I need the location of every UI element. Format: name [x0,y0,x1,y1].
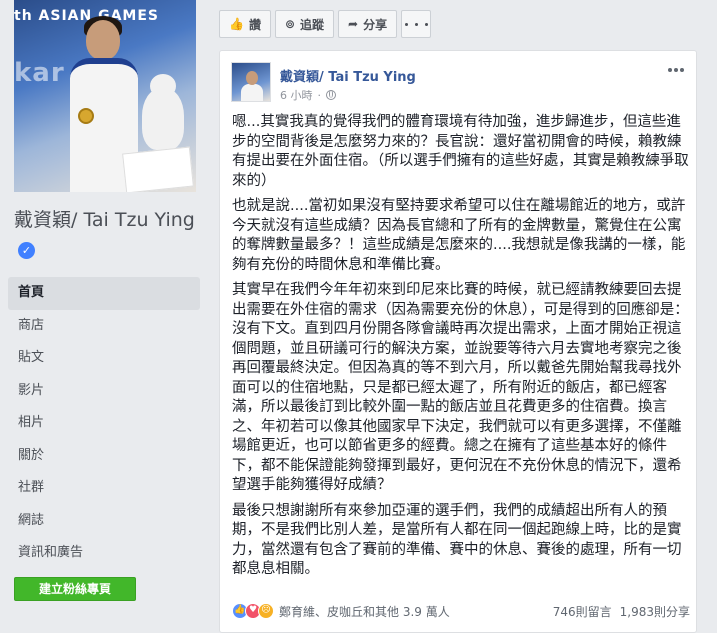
post-paragraph: 其實早在我們今年年初來到印尼來比賽的時候，就已經請教練要回去提出需要在外住宿的需… [232,282,689,493]
create-page-button[interactable]: 建立粉絲專頁 [14,577,136,601]
post-card: 戴資穎/ Tai Tzu Ying 6 小時 · 嗯...其實我真的覺得我們的體… [219,50,697,633]
verified-badge-icon: ✓ [18,242,35,259]
page-title[interactable]: 戴資穎/ Tai Tzu Ying ✓ [14,206,196,264]
shares-count[interactable]: 1,983則分享 [620,603,690,620]
nav-item-community[interactable]: 社群 [8,472,200,505]
nav-item-info-ads[interactable]: 資訊和廣告 [8,537,200,570]
page-action-bar: 👍 讚 ⊚ 追蹤 ➦ 分享 [219,10,432,38]
like-page-label: 讚 [248,17,261,32]
follow-button[interactable]: ⊚ 追蹤 [274,10,335,38]
post-paragraph: 也就是說....當初如果沒有堅持要求希望可以住在離場館近的地方，或許今天就沒有這… [232,198,686,273]
page-name-text[interactable]: 戴資穎/ Tai Tzu Ying [14,209,195,231]
nav-item-photos[interactable]: 相片 [8,407,200,440]
share-label: 分享 [363,17,388,32]
reactions-summary[interactable]: 👍 ♥ ☹ 鄭育維、皮咖丘和其他 3.9 萬人 [232,603,450,620]
nav-item-home[interactable]: 首頁 [8,277,200,310]
share-button[interactable]: ➦ 分享 [338,10,398,38]
post-footer: 👍 ♥ ☹ 鄭育維、皮咖丘和其他 3.9 萬人 746則留言 1,983則分享 [232,601,690,621]
thumbs-up-icon: 👍 [229,17,244,31]
post-meta: 6 小時 · [280,87,336,103]
meta-separator: · [317,88,322,102]
comments-count[interactable]: 746則留言 [553,603,612,620]
rss-icon: ⊚ [284,17,296,31]
reactions-text[interactable]: 鄭育維、皮咖丘和其他 3.9 萬人 [279,603,450,620]
post-timestamp[interactable]: 6 小時 [280,87,313,103]
post-options-button[interactable] [668,68,684,72]
post-paragraph: 嗯...其實我真的覺得我們的體育環境有待加強，進步歸進步，但這些進步的空間背後是… [232,114,689,189]
mascot-bear [142,74,184,150]
nav-item-posts[interactable]: 貼文 [8,342,200,375]
nav-item-about[interactable]: 關於 [8,440,200,473]
page-nav: 首頁 商店 貼文 影片 相片 關於 社群 網誌 資訊和廣告 [8,277,200,570]
nav-item-notes[interactable]: 網誌 [8,505,200,538]
post-author-name[interactable]: 戴資穎/ Tai Tzu Ying [280,66,416,85]
post-author-avatar[interactable] [231,62,271,102]
post-text: 嗯...其實我真的覺得我們的體育環境有待加強，進步歸進步，但這些進步的空間背後是… [232,113,690,586]
nav-item-shop[interactable]: 商店 [8,310,200,343]
nav-item-videos[interactable]: 影片 [8,375,200,408]
post-paragraph: 最後只想謝謝所有來參加亞運的選手們，我們的成績超出所有人的預期，不是我們比別人差… [232,502,682,578]
follow-label: 追蹤 [300,17,325,32]
globe-icon [326,90,336,100]
sad-reaction-icon: ☹ [258,603,274,619]
share-arrow-icon: ➦ [348,17,359,31]
medal-icon [78,108,94,124]
more-options-button[interactable] [401,10,432,38]
profile-photo[interactable]: th ASIAN GAMES kar a [14,0,196,192]
certificate [122,146,194,192]
post-stats: 746則留言 1,983則分享 [553,603,690,620]
like-page-button[interactable]: 👍 讚 [219,10,271,38]
